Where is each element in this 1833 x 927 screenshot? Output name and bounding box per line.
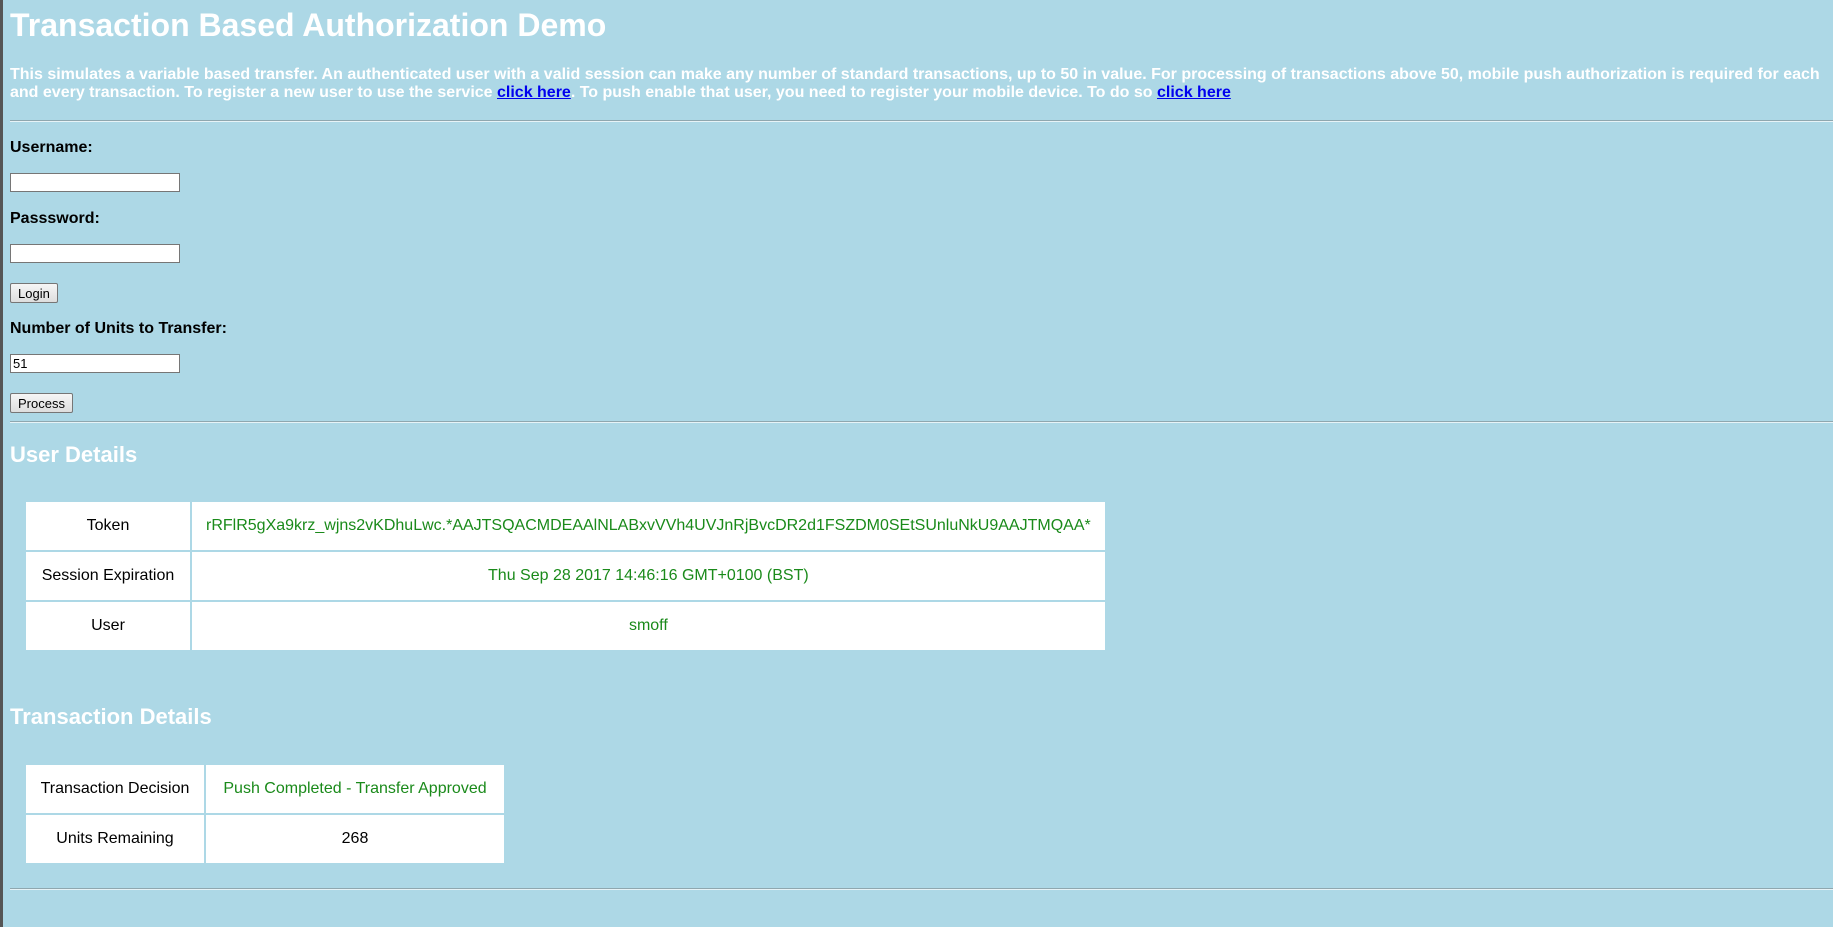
transaction-decision-key: Transaction Decision bbox=[26, 765, 204, 813]
divider-top bbox=[10, 120, 1833, 122]
username-label: Username: bbox=[10, 139, 93, 156]
transaction-details-heading: Transaction Details bbox=[10, 704, 212, 729]
register-user-link[interactable]: click here bbox=[497, 84, 571, 101]
units-input[interactable] bbox=[10, 354, 180, 373]
page-title: Transaction Based Authorization Demo bbox=[10, 7, 607, 43]
table-row: Session Expiration Thu Sep 28 2017 14:46… bbox=[26, 552, 1105, 600]
password-input[interactable] bbox=[10, 244, 180, 263]
session-expiration-key: Session Expiration bbox=[26, 552, 190, 600]
intro-text-part-2: . To push enable that user, you need to … bbox=[570, 84, 1158, 101]
user-value: smoff bbox=[192, 602, 1105, 650]
table-row: User smoff bbox=[26, 602, 1105, 650]
divider-bottom bbox=[10, 888, 1833, 890]
username-input[interactable] bbox=[10, 173, 180, 192]
login-button[interactable]: Login bbox=[10, 283, 58, 303]
transaction-details-table: Transaction Decision Push Completed - Tr… bbox=[24, 763, 506, 865]
session-expiration-value: Thu Sep 28 2017 14:46:16 GMT+0100 (BST) bbox=[192, 552, 1105, 600]
user-key: User bbox=[26, 602, 190, 650]
window-left-edge bbox=[0, 0, 3, 927]
token-value: rRFlR5gXa9krz_wjns2vKDhuLwc.*AAJTSQACMDE… bbox=[192, 502, 1105, 550]
token-key: Token bbox=[26, 502, 190, 550]
units-remaining-key: Units Remaining bbox=[26, 815, 204, 863]
intro-paragraph: This simulates a variable based transfer… bbox=[10, 66, 1825, 102]
transaction-decision-value: Push Completed - Transfer Approved bbox=[206, 765, 504, 813]
process-button[interactable]: Process bbox=[10, 393, 73, 413]
password-label: Passsword: bbox=[10, 210, 100, 227]
page-content: Transaction Based Authorization Demo Thi… bbox=[10, 0, 1833, 890]
units-remaining-value: 268 bbox=[206, 815, 504, 863]
table-row: Transaction Decision Push Completed - Tr… bbox=[26, 765, 504, 813]
table-row: Units Remaining 268 bbox=[26, 815, 504, 863]
units-label: Number of Units to Transfer: bbox=[10, 320, 227, 337]
user-details-table: Token rRFlR5gXa9krz_wjns2vKDhuLwc.*AAJTS… bbox=[24, 500, 1107, 652]
user-details-heading: User Details bbox=[10, 442, 138, 467]
register-device-link[interactable]: click here bbox=[1157, 84, 1231, 101]
divider-middle bbox=[10, 421, 1833, 423]
table-row: Token rRFlR5gXa9krz_wjns2vKDhuLwc.*AAJTS… bbox=[26, 502, 1105, 550]
